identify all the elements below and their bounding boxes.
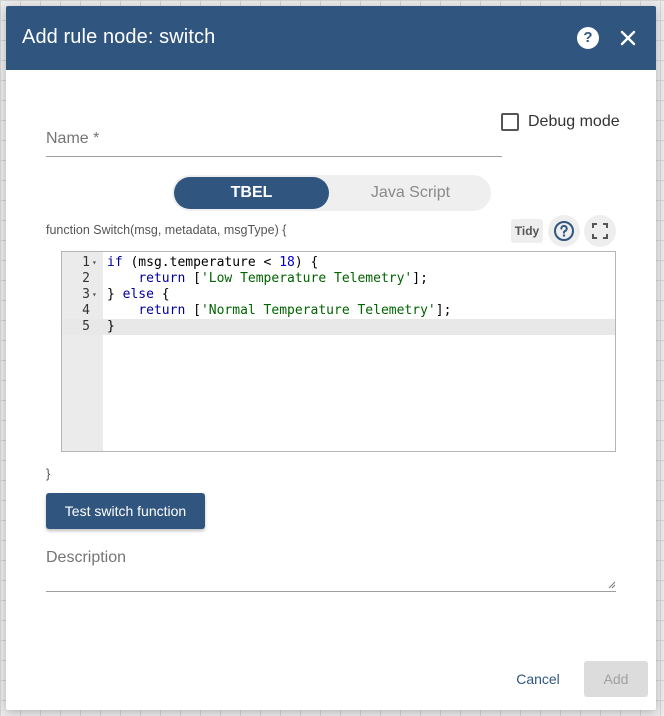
code-line[interactable]: 1 ▾ if (msg.temperature < 18) { [62,255,615,271]
debug-mode-label: Debug mode [528,113,620,130]
help-circle-icon[interactable]: ? [577,27,599,49]
code-editor[interactable]: 1 ▾ if (msg.temperature < 18) {2 return ['… [61,251,616,452]
line-number: 4 [82,303,90,318]
code-line[interactable]: 4 return ['Normal Temperature Telemetry'… [62,303,615,319]
code-text: return ['Normal Temperature Telemetry']; [138,303,452,318]
test-switch-function-button[interactable]: Test switch function [46,493,205,529]
fold-arrow-icon[interactable]: ▾ [92,287,97,303]
script-help-button[interactable] [548,215,580,247]
name-input[interactable]: Name * [46,120,502,157]
code-text: } [107,319,115,334]
code-line[interactable]: 5} [62,319,615,335]
line-number: 1 [82,255,90,270]
toggle-option-javascript[interactable]: Java Script [332,177,489,209]
add-rule-node-dialog: Add rule node: switch ? Name * Debug mod… [6,6,656,710]
fullscreen-button[interactable] [584,215,616,247]
function-closing-brace: } [46,466,51,481]
script-language-toggle: TBEL Java Script [172,175,491,211]
line-number: 5 [82,319,90,334]
tidy-button[interactable]: Tidy [511,219,543,243]
name-label: Name * [46,130,100,147]
dialog-header: Add rule node: switch ? [6,6,656,70]
line-number: 2 [82,271,90,286]
cancel-button[interactable]: Cancel [506,661,570,697]
code-line[interactable]: 3 ▾ } else { [62,287,615,303]
toggle-option-tbel[interactable]: TBEL [174,177,329,209]
code-text: if (msg.temperature < 18) { [107,255,319,270]
help-outline-icon [554,221,574,241]
code-text: } else { [107,287,170,302]
fullscreen-icon [592,223,608,239]
fold-arrow-icon[interactable]: ▾ [92,255,97,271]
debug-mode-checkbox[interactable]: Debug mode [501,112,620,132]
add-button: Add [584,661,648,697]
checkbox-box[interactable] [501,113,519,131]
resize-handle-icon[interactable] [608,581,616,589]
description-textarea[interactable]: Description [46,544,616,592]
description-label: Description [46,549,127,566]
dialog-title: Add rule node: switch [22,26,216,48]
code-line[interactable]: 2 return ['Low Temperature Telemetry']; [62,271,615,287]
line-number: 3 [82,287,90,302]
code-text: return ['Low Temperature Telemetry']; [138,271,428,286]
close-icon[interactable] [616,26,640,50]
function-signature: function Switch(msg, metadata, msgType) … [46,223,287,237]
